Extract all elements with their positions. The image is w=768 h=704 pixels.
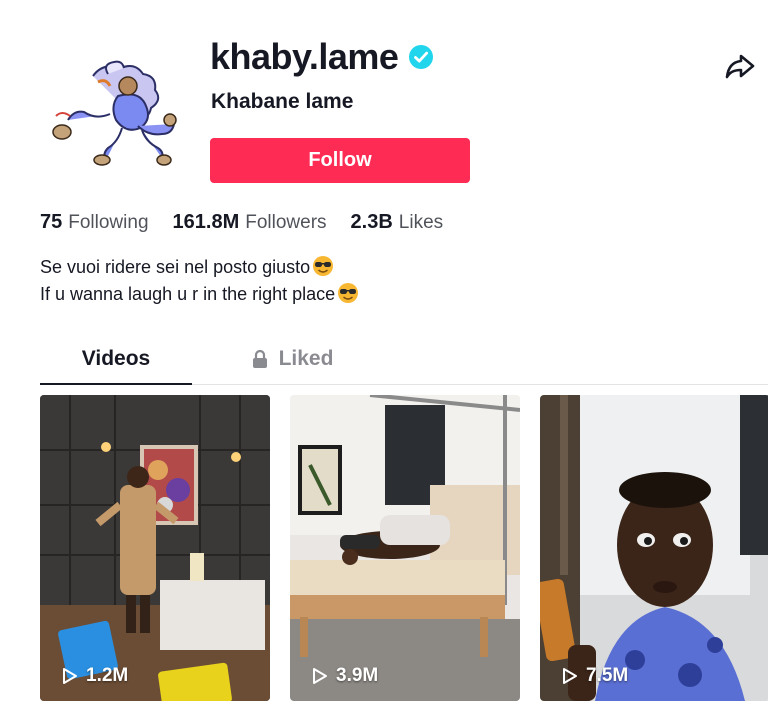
bio-line-2-text: If u wanna laugh u r in the right place — [40, 284, 336, 304]
view-count-text: 1.2M — [86, 665, 129, 686]
active-tab-indicator — [40, 383, 192, 385]
bio-line-2: If u wanna laugh u r in the right place — [40, 281, 359, 308]
bio-line-1: Se vuoi ridere sei nel posto giusto — [40, 254, 359, 281]
view-count: 3.9M — [312, 665, 378, 687]
followers-count: 161.8M — [172, 211, 240, 233]
sunglasses-emoji — [338, 283, 359, 303]
avatar[interactable] — [38, 56, 184, 168]
video-thumbnail — [40, 395, 270, 701]
play-icon — [563, 668, 577, 684]
following-count: 75 — [40, 211, 63, 233]
followers-label: Followers — [245, 212, 327, 233]
profile-stats: 75 Following 161.8M Followers 2.3B Likes — [40, 211, 467, 234]
verified-badge-icon — [409, 45, 434, 69]
username-row: khaby.lame — [210, 36, 434, 78]
bio: Se vuoi ridere sei nel posto giusto If u… — [40, 254, 359, 308]
view-count: 7.5M — [562, 665, 628, 687]
video-card[interactable]: 3.9M — [290, 395, 520, 701]
follow-button[interactable]: Follow — [210, 138, 470, 183]
profile-page: khaby.lame Khabane lame Follow 75 Follow… — [0, 0, 768, 704]
play-icon — [63, 668, 77, 684]
video-card[interactable]: 7.5M — [540, 395, 768, 701]
likes-count: 2.3B — [350, 211, 393, 233]
video-card[interactable]: 1.2M — [40, 395, 270, 701]
tab-videos[interactable]: Videos — [40, 334, 192, 384]
following-label: Following — [68, 212, 149, 233]
likes-label: Likes — [398, 212, 444, 233]
play-icon — [313, 668, 327, 684]
view-count-text: 3.9M — [336, 665, 379, 686]
username: khaby.lame — [210, 36, 399, 77]
likes-stat: 2.3B Likes — [351, 211, 444, 234]
display-name: Khabane lame — [211, 90, 354, 113]
bio-line-1-text: Se vuoi ridere sei nel posto giusto — [40, 257, 311, 277]
share-icon[interactable] — [722, 48, 758, 84]
tab-liked[interactable]: Liked — [216, 334, 368, 384]
tab-videos-label: Videos — [81, 347, 151, 370]
sunglasses-emoji — [313, 256, 334, 276]
lock-icon — [252, 349, 267, 368]
video-thumbnail — [290, 395, 520, 701]
view-count: 1.2M — [62, 665, 128, 687]
video-thumbnail — [540, 395, 768, 701]
view-count-text: 7.5M — [586, 665, 629, 686]
following-stat[interactable]: 75 Following — [40, 211, 149, 234]
profile-tabs: Videos Liked — [40, 334, 768, 385]
followers-stat[interactable]: 161.8M Followers — [173, 211, 327, 234]
tab-liked-label: Liked — [278, 347, 334, 370]
